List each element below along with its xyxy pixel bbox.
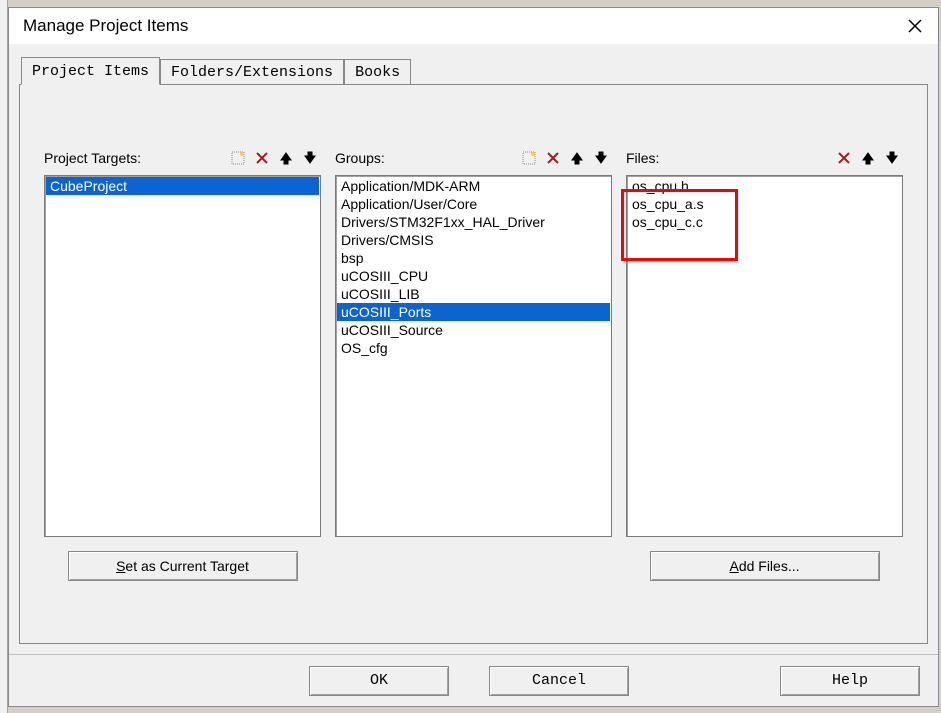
- list-item[interactable]: OS_cfg: [337, 339, 610, 357]
- close-button[interactable]: [902, 13, 928, 39]
- columns-row: Project Targets:: [44, 145, 903, 581]
- list-item[interactable]: os_cpu.h: [628, 177, 901, 195]
- list-item[interactable]: Application/User/Core: [337, 195, 610, 213]
- project-targets-label: Project Targets:: [44, 150, 227, 166]
- list-item[interactable]: Application/MDK-ARM: [337, 177, 610, 195]
- list-item[interactable]: os_cpu_c.c: [628, 213, 901, 231]
- move-target-up-icon[interactable]: [275, 147, 297, 169]
- tab-folders-extensions[interactable]: Folders/Extensions: [160, 59, 344, 85]
- list-item[interactable]: CubeProject: [46, 177, 319, 195]
- dialog-body: Project Items Folders/Extensions Books P…: [9, 44, 938, 654]
- cancel-button[interactable]: Cancel: [489, 666, 629, 696]
- new-group-icon[interactable]: [518, 147, 540, 169]
- files-column: Files: os_cp: [626, 145, 903, 581]
- list-item[interactable]: uCOSIII_LIB: [337, 285, 610, 303]
- project-targets-listbox[interactable]: CubeProject: [44, 175, 321, 537]
- list-item[interactable]: os_cpu_a.s: [628, 195, 901, 213]
- list-item[interactable]: uCOSIII_CPU: [337, 267, 610, 285]
- new-target-icon[interactable]: [227, 147, 249, 169]
- list-item[interactable]: bsp: [337, 249, 610, 267]
- bg-left-strip: [0, 0, 8, 713]
- files-listbox[interactable]: os_cpu.hos_cpu_a.sos_cpu_c.c: [626, 175, 903, 537]
- groups-listbox[interactable]: Application/MDK-ARMApplication/User/Core…: [335, 175, 612, 537]
- delete-file-icon[interactable]: [833, 147, 855, 169]
- move-file-up-icon[interactable]: [857, 147, 879, 169]
- ok-button[interactable]: OK: [309, 666, 449, 696]
- move-file-down-icon[interactable]: [881, 147, 903, 169]
- tab-books[interactable]: Books: [344, 59, 411, 85]
- move-target-down-icon[interactable]: [299, 147, 321, 169]
- add-files-label: dd Files...: [739, 558, 800, 574]
- files-toolbar: [833, 147, 903, 169]
- titlebar: Manage Project Items: [9, 8, 938, 44]
- project-targets-toolbar: [227, 147, 321, 169]
- groups-label: Groups:: [335, 150, 518, 166]
- groups-column: Groups:: [335, 145, 612, 581]
- help-button[interactable]: Help: [780, 666, 920, 696]
- manage-project-items-dialog: Manage Project Items Project Items Folde…: [8, 7, 939, 707]
- files-header: Files:: [626, 145, 903, 171]
- project-targets-column: Project Targets:: [44, 145, 321, 581]
- project-targets-header: Project Targets:: [44, 145, 321, 171]
- groups-header: Groups:: [335, 145, 612, 171]
- groups-toolbar: [518, 147, 612, 169]
- list-item[interactable]: Drivers/STM32F1xx_HAL_Driver: [337, 213, 610, 231]
- tab-panel: Project Targets:: [19, 84, 928, 644]
- list-item[interactable]: uCOSIII_Ports: [337, 303, 610, 321]
- close-icon: [908, 19, 922, 33]
- tabstrip: Project Items Folders/Extensions Books: [19, 56, 928, 84]
- dialog-title: Manage Project Items: [23, 16, 902, 36]
- delete-group-icon[interactable]: [542, 147, 564, 169]
- add-files-button[interactable]: Add Files...: [650, 551, 880, 581]
- tab-project-items[interactable]: Project Items: [21, 57, 160, 85]
- delete-target-icon[interactable]: [251, 147, 273, 169]
- files-label: Files:: [626, 150, 833, 166]
- move-group-down-icon[interactable]: [590, 147, 612, 169]
- move-group-up-icon[interactable]: [566, 147, 588, 169]
- set-as-current-target-button[interactable]: Set as Current Target: [68, 551, 298, 581]
- set-current-target-label: et as Current Target: [125, 558, 248, 574]
- list-item[interactable]: uCOSIII_Source: [337, 321, 610, 339]
- bottom-button-bar: OK Cancel Help: [9, 654, 938, 706]
- list-item[interactable]: Drivers/CMSIS: [337, 231, 610, 249]
